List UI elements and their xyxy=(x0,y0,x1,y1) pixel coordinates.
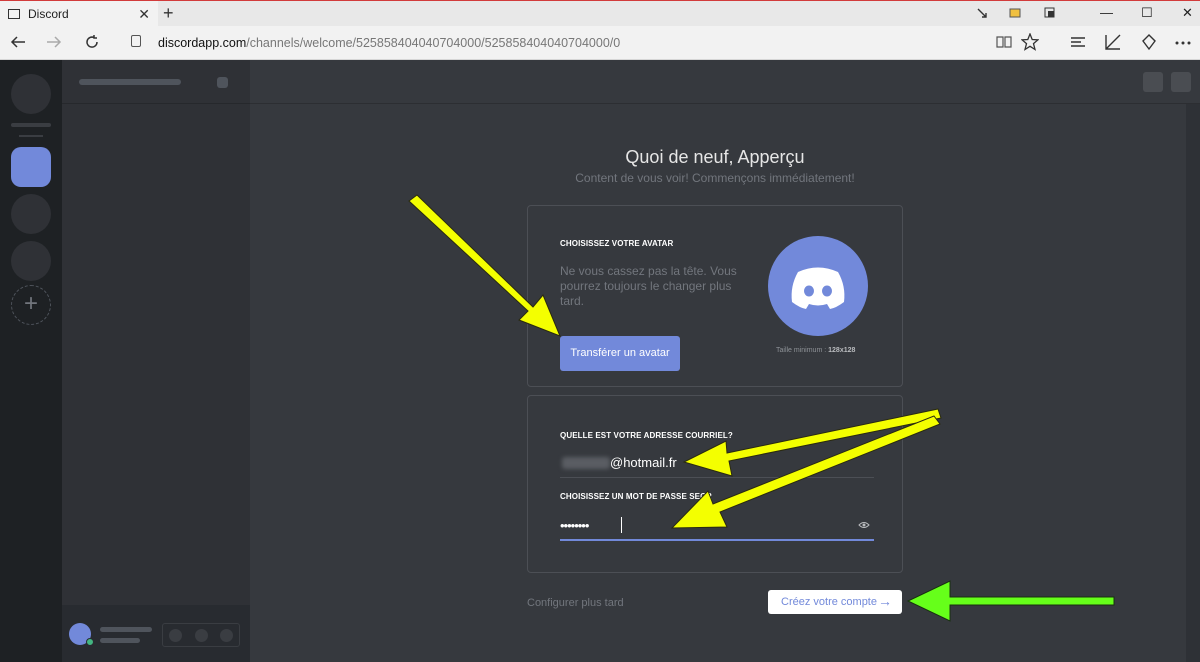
yellow-arrow-avatar xyxy=(408,194,561,337)
annotation-overlay xyxy=(408,194,1115,622)
green-arrow-create xyxy=(906,580,1115,622)
yellow-arrow-password xyxy=(670,415,941,529)
